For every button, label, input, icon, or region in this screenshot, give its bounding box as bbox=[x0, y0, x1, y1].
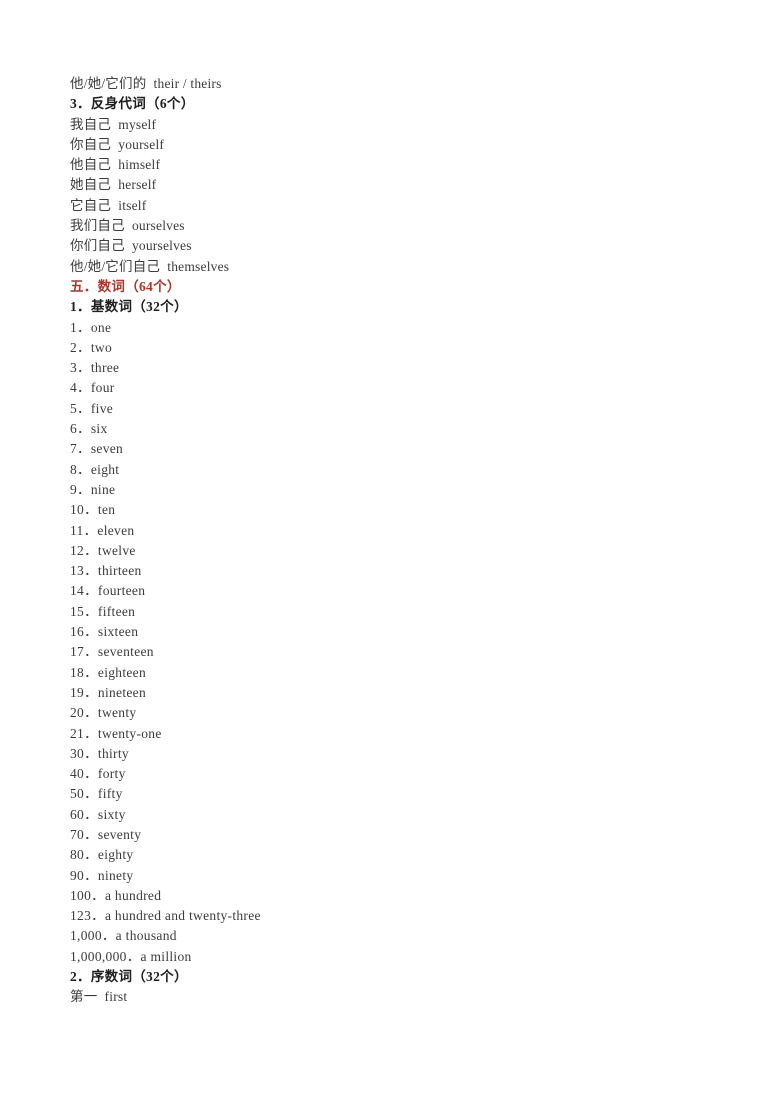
numeral-entry: 18．eighteen bbox=[70, 664, 147, 680]
numeral-entry: 12．twelve bbox=[70, 542, 136, 558]
numeral-entry: 7．seven bbox=[70, 441, 124, 457]
section-heading: 1．基数词（32个） bbox=[70, 299, 188, 315]
numeral-entry: 100．a hundred bbox=[70, 887, 162, 903]
vocabulary-entry: 我们自己 ourselves bbox=[70, 218, 185, 234]
numeral-entry: 5．five bbox=[70, 400, 114, 416]
numeral-entry: 50．fifty bbox=[70, 786, 123, 802]
numeral-entry: 70．seventy bbox=[70, 826, 142, 842]
numeral-entry: 16．sixteen bbox=[70, 624, 139, 640]
vocabulary-entry: 你自己 yourself bbox=[70, 136, 165, 152]
section-heading: 2．序数词（32个） bbox=[70, 969, 188, 985]
numeral-entry: 1,000．a thousand bbox=[70, 928, 177, 944]
numeral-entry: 19．nineteen bbox=[70, 684, 147, 700]
vocabulary-entry: 他自己 himself bbox=[70, 157, 161, 173]
numeral-entry: 15．fifteen bbox=[70, 603, 136, 619]
numeral-entry: 6．six bbox=[70, 421, 108, 437]
numeral-entry: 123．a hundred and twenty-three bbox=[70, 908, 261, 924]
numeral-entry: 90．ninety bbox=[70, 867, 134, 883]
section-heading-accent: 五．数词（64个） bbox=[70, 278, 181, 294]
numeral-entry: 40．forty bbox=[70, 766, 126, 782]
vocabulary-entry: 我自己 myself bbox=[70, 116, 157, 132]
vocabulary-entry: 你们自己 yourselves bbox=[70, 238, 192, 254]
vocabulary-entry: 第一 first bbox=[70, 989, 128, 1005]
numeral-entry: 17．seventeen bbox=[70, 644, 154, 660]
vocabulary-entry: 她自己 herself bbox=[70, 177, 157, 193]
numeral-entry: 80．eighty bbox=[70, 847, 134, 863]
document-page: 他/她/它们的 their / theirs 3．反身代词（6个） 我自己 myse… bbox=[0, 0, 780, 1103]
numeral-entry: 2．two bbox=[70, 339, 112, 355]
numeral-entry: 8．eight bbox=[70, 461, 120, 477]
numeral-entry: 13．thirteen bbox=[70, 563, 142, 579]
numeral-entry: 9．nine bbox=[70, 481, 116, 497]
numeral-entry: 20．twenty bbox=[70, 705, 137, 721]
numeral-entry: 60．sixty bbox=[70, 806, 126, 822]
numeral-entry: 30．thirty bbox=[70, 745, 129, 761]
numeral-entry: 10．ten bbox=[70, 502, 116, 518]
numeral-entry: 21．twenty-one bbox=[70, 725, 162, 741]
numeral-entry: 1．one bbox=[70, 319, 112, 335]
vocabulary-entry: 它自己 itself bbox=[70, 197, 147, 213]
document-text-body: 他/她/它们的 their / theirs 3．反身代词（6个） 我自己 myse… bbox=[70, 74, 710, 1008]
numeral-entry: 14．fourteen bbox=[70, 583, 146, 599]
vocabulary-entry: 他/她/它们自己 themselves bbox=[70, 258, 230, 274]
section-heading: 3．反身代词（6个） bbox=[70, 96, 195, 112]
numeral-entry: 4．four bbox=[70, 380, 115, 396]
numeral-entry: 1,000,000．a million bbox=[70, 948, 192, 964]
numeral-entry: 3．three bbox=[70, 360, 120, 376]
vocabulary-entry: 他/她/它们的 their / theirs bbox=[70, 76, 222, 91]
numeral-entry: 11．eleven bbox=[70, 522, 135, 538]
